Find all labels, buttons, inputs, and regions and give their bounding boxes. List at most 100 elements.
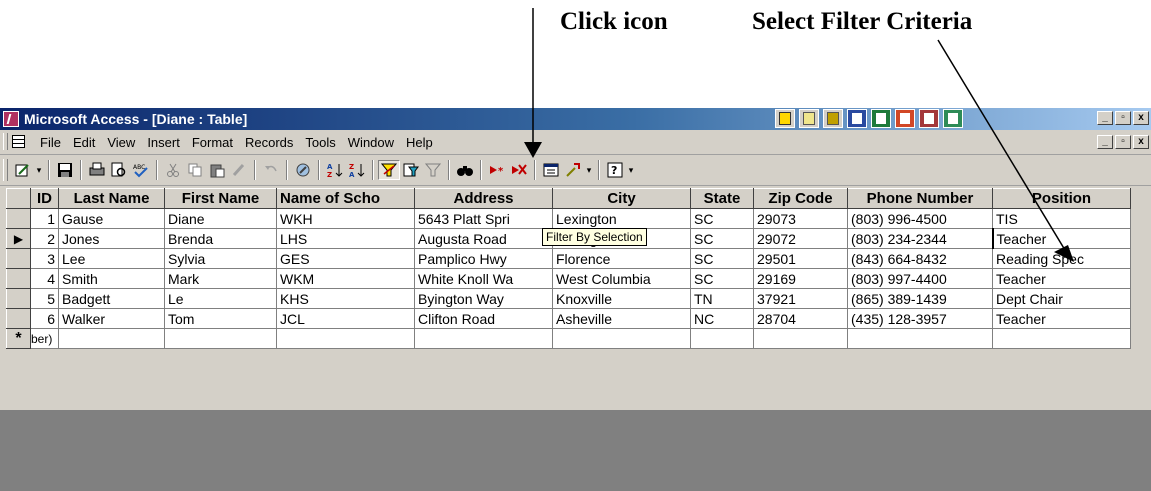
cell-id[interactable]: 3 [30,248,59,269]
spelling-button[interactable]: ABC [130,160,152,180]
cell-phone[interactable]: (865) 389-1439 [847,288,993,309]
access-app-icon[interactable] [3,111,19,127]
cell-school[interactable]: WKH [276,208,415,229]
sort-ascending-button[interactable]: AZ [324,160,346,180]
cell-phone[interactable]: (803) 997-4400 [847,268,993,289]
column-header-school[interactable]: Name of Scho [276,188,415,209]
cell-city[interactable]: West Columbia [552,268,691,289]
restore-button[interactable]: ▫ [1115,111,1131,125]
cell-zip[interactable]: 37921 [753,288,848,309]
help-dropdown[interactable]: ▾ [626,160,636,180]
doc-close-button[interactable]: x [1133,135,1149,149]
cell-last-name[interactable]: Lee [58,248,165,269]
new-record-selector[interactable]: * [6,328,31,349]
cell-address[interactable]: 5643 Platt Spri [414,208,553,229]
powerpoint-icon[interactable] [895,109,915,128]
cell-zip[interactable]: 29169 [753,268,848,289]
cell-empty[interactable] [690,328,754,349]
cell-id[interactable]: 4 [30,268,59,289]
cell-school[interactable]: GES [276,248,415,269]
cell-city[interactable]: Knoxville [552,288,691,309]
menu-edit[interactable]: Edit [67,135,101,150]
cell-first-name[interactable]: Brenda [164,228,277,249]
cell-address[interactable]: White Knoll Wa [414,268,553,289]
cell-zip[interactable]: 28704 [753,308,848,329]
cell-first-name[interactable]: Le [164,288,277,309]
cell-empty[interactable] [753,328,848,349]
cut-button[interactable] [162,160,184,180]
column-header-position[interactable]: Position [992,188,1131,209]
cell-position[interactable]: Teacher [991,228,1131,249]
cell-state[interactable]: TN [690,288,754,309]
cell-state[interactable]: SC [690,248,754,269]
column-header-city[interactable]: City [552,188,691,209]
delete-record-button[interactable] [508,160,530,180]
column-header-phone[interactable]: Phone Number [847,188,993,209]
cell-address[interactable]: Pamplico Hwy [414,248,553,269]
cell-first-name[interactable]: Tom [164,308,277,329]
record-selector-current[interactable]: ▶ [6,228,31,249]
cell-id[interactable]: 6 [30,308,59,329]
doc-minimize-button[interactable]: _ [1097,135,1113,149]
menu-grip[interactable] [3,133,8,150]
column-header-state[interactable]: State [690,188,754,209]
record-selector[interactable] [6,288,31,309]
record-selector[interactable] [6,248,31,269]
cell-last-name[interactable]: Walker [58,308,165,329]
column-header-zip[interactable]: Zip Code [753,188,848,209]
cell-school[interactable]: LHS [276,228,415,249]
cell-id[interactable]: 1 [30,208,59,229]
apply-filter-button[interactable] [422,160,444,180]
sort-descending-button[interactable]: ZA [346,160,368,180]
view-dropdown-button[interactable]: ▾ [34,160,44,180]
menu-records[interactable]: Records [239,135,299,150]
title-bar[interactable]: Microsoft Access - [Diane : Table] _ ▫ x [0,108,1151,130]
menu-tools[interactable]: Tools [299,135,341,150]
folder-icon[interactable] [823,109,843,128]
cell-school[interactable]: KHS [276,288,415,309]
cell-empty[interactable] [164,328,277,349]
cell-id[interactable]: 5 [30,288,59,309]
cell-school[interactable]: JCL [276,308,415,329]
filter-by-selection-button[interactable] [378,160,400,180]
cell-state[interactable]: SC [690,268,754,289]
cell-last-name[interactable]: Gause [58,208,165,229]
filter-by-form-button[interactable] [400,160,422,180]
cell-first-name[interactable]: Sylvia [164,248,277,269]
view-design-button[interactable] [12,160,34,180]
cell-city[interactable]: Asheville [552,308,691,329]
cell-state[interactable]: SC [690,228,754,249]
new-object-dropdown[interactable]: ▾ [584,160,594,180]
cell-state[interactable]: SC [690,208,754,229]
menu-help[interactable]: Help [400,135,439,150]
column-header-last-name[interactable]: Last Name [58,188,165,209]
cell-position[interactable]: Teacher [992,268,1131,289]
cell-last-name[interactable]: Badgett [58,288,165,309]
print-button[interactable] [86,160,108,180]
excel-icon[interactable] [871,109,891,128]
table-doc-icon[interactable] [12,135,25,148]
cell-phone[interactable]: (435) 128-3957 [847,308,993,329]
cell-phone[interactable]: (803) 234-2344 [847,228,993,249]
save-button[interactable] [54,160,76,180]
cell-empty[interactable] [276,328,415,349]
publisher-icon[interactable] [943,109,963,128]
cell-id[interactable]: 2 [30,228,59,249]
menu-format[interactable]: Format [186,135,239,150]
menu-view[interactable]: View [101,135,141,150]
word-icon[interactable] [847,109,867,128]
cell-city[interactable]: Florence [552,248,691,269]
record-selector[interactable] [6,308,31,329]
record-selector[interactable] [6,268,31,289]
access-icon[interactable] [919,109,939,128]
doc-restore-button[interactable]: ▫ [1115,135,1131,149]
undo-button[interactable] [260,160,282,180]
office-shortcut-icon[interactable] [775,109,795,128]
cell-last-name[interactable]: Smith [58,268,165,289]
database-window-button[interactable] [540,160,562,180]
cell-zip[interactable]: 29072 [753,228,848,249]
cell-position[interactable]: TIS [992,208,1131,229]
menu-file[interactable]: File [34,135,67,150]
cell-zip[interactable]: 29501 [753,248,848,269]
cell-empty[interactable] [58,328,165,349]
